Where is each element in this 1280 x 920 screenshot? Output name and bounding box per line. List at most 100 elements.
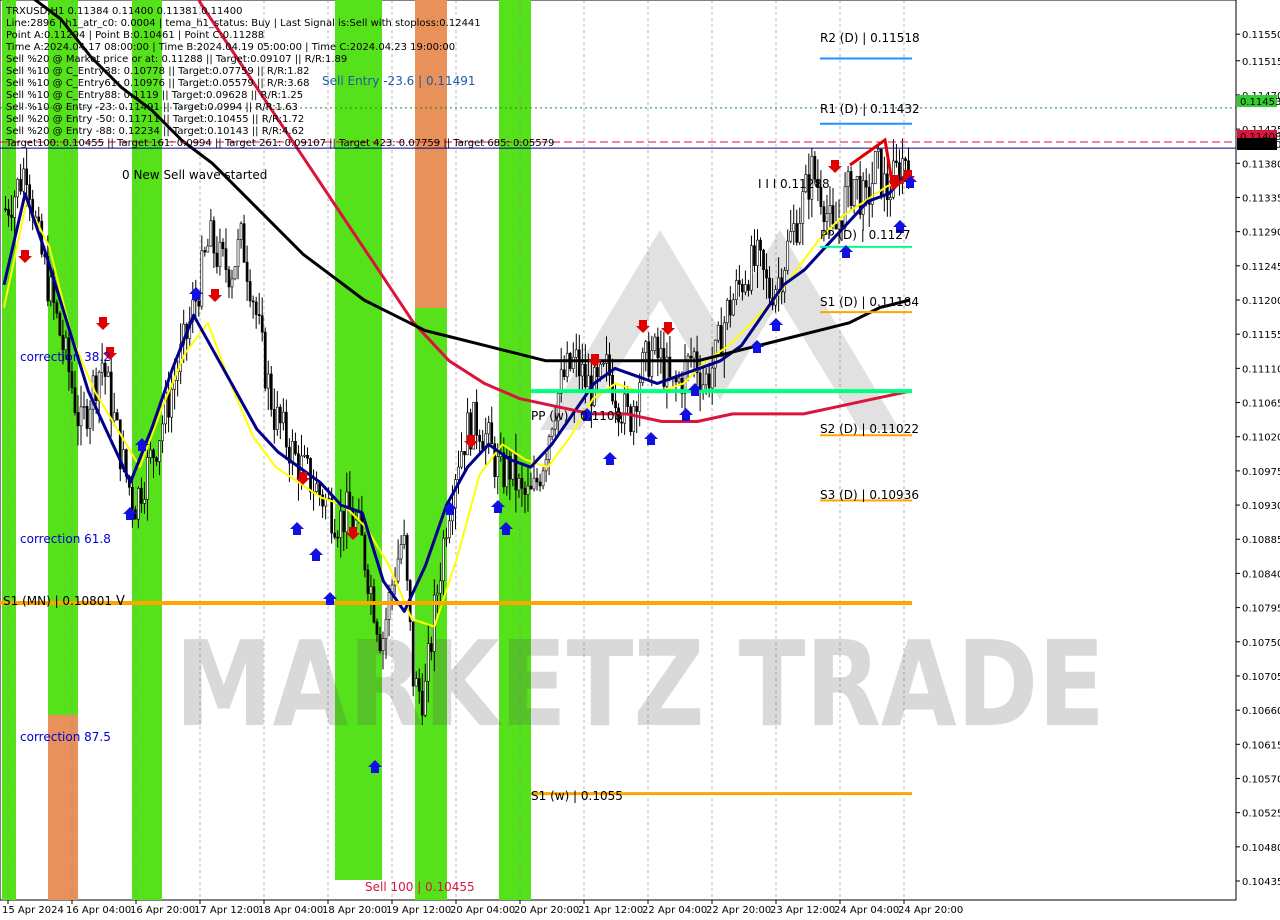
pp-d-label: PP (D) | 0.1127: [820, 228, 911, 242]
candle-body: [384, 619, 388, 639]
candle-body: [728, 299, 732, 316]
time-tick-label: 21 Apr 12:00: [578, 905, 643, 916]
candle-body: [765, 269, 768, 279]
candle-body: [707, 373, 711, 389]
info-line-5: Sell %20 @ Market price or at: 0.11288 |…: [6, 54, 347, 65]
candle-body: [19, 179, 22, 192]
time-tick-label: 22 Apr 20:00: [706, 905, 771, 916]
candle-body: [330, 498, 334, 534]
candle-body: [565, 353, 569, 378]
candle-body: [134, 509, 137, 520]
correction-382-label: correction 38.2: [20, 350, 111, 364]
candle-body: [100, 362, 104, 373]
candle-body: [146, 457, 149, 500]
candle-body: [294, 441, 297, 455]
candle-body: [242, 223, 246, 263]
candle-body: [64, 337, 68, 351]
candle-body: [644, 341, 648, 353]
candle-body: [466, 412, 469, 456]
candle-body: [704, 373, 708, 386]
candle-body: [587, 375, 590, 388]
candle-body: [583, 363, 587, 388]
candle-body: [49, 276, 53, 302]
time-tick-label: 22 Apr 04:00: [642, 905, 707, 916]
candle-body: [629, 406, 633, 432]
candle-body: [88, 408, 92, 429]
price-tick-label: 0.11065: [1242, 399, 1280, 410]
candle-body: [783, 270, 787, 293]
correction-618-label: correction 61.8: [20, 532, 111, 546]
price-tick-label: 0.10930: [1242, 501, 1280, 512]
candle-body: [200, 250, 204, 307]
candle-body: [904, 158, 907, 161]
candle-body: [257, 314, 261, 316]
candle-body: [650, 350, 654, 377]
candle-body: [463, 451, 466, 456]
candle-body: [889, 197, 892, 201]
candle-body: [25, 168, 29, 185]
candle-body: [405, 535, 409, 581]
candle-body: [529, 485, 533, 490]
wave-marker-label: I I I 0.11288: [758, 177, 830, 191]
candle-body: [7, 208, 10, 216]
candle-body: [710, 367, 714, 389]
candle-body: [339, 510, 343, 538]
candle-body: [750, 245, 753, 291]
candle-body: [345, 491, 349, 533]
price-tick-label: 0.11380: [1242, 159, 1280, 170]
r2-d-label: R2 (D) | 0.11518: [820, 31, 920, 45]
candle-body: [831, 205, 835, 225]
candle-body: [260, 315, 264, 333]
candle-body: [602, 362, 605, 365]
candle-body: [315, 483, 318, 492]
candle-body: [285, 411, 288, 448]
candle-body: [16, 179, 19, 198]
candle-body: [683, 361, 687, 394]
candle-body: [158, 440, 161, 462]
candle-body: [768, 277, 771, 299]
info-line-3: Point A:0.11294 | Point B:0.10461 | Poin…: [6, 30, 264, 41]
candle-body: [10, 214, 13, 218]
candle-body: [55, 302, 59, 314]
candle-body: [215, 252, 219, 267]
candle-body: [429, 643, 433, 652]
price-tick-label: 0.10885: [1242, 535, 1280, 546]
candle-body: [13, 196, 16, 218]
candle-body: [611, 375, 614, 402]
candle-body: [502, 452, 506, 488]
candle-body: [291, 441, 294, 464]
candle-body: [520, 477, 524, 489]
candle-body: [266, 373, 270, 389]
candle-body: [786, 240, 790, 271]
candle-body: [22, 168, 25, 192]
candle-body: [722, 322, 726, 357]
info-line-10: Sell %20 @ Entry -50: 0.11711 || Target:…: [6, 114, 304, 125]
candle-body: [203, 250, 207, 253]
candle-body: [333, 532, 337, 538]
time-tick-label: 20 Apr 20:00: [514, 905, 579, 916]
price-tick-label: 0.11200: [1242, 296, 1280, 307]
price-tick-label: 0.11110: [1242, 364, 1280, 375]
candle-body: [206, 245, 210, 253]
candle-body: [907, 160, 910, 171]
candle-body: [864, 180, 868, 188]
candle-body: [155, 457, 158, 462]
price-tick-label: 0.10435: [1242, 877, 1280, 888]
s1-d-label: S1 (D) | 0.11184: [820, 295, 919, 309]
wave-v-marker: V: [116, 594, 125, 609]
candle-body: [106, 371, 110, 377]
price-tick-label: 0.11020: [1242, 433, 1280, 444]
candle-body: [849, 171, 853, 207]
candle-body: [475, 401, 478, 436]
price-tick-label: 0.10480: [1242, 843, 1280, 854]
candle-body: [378, 634, 382, 652]
candle-body: [233, 266, 237, 280]
candle-body: [538, 481, 542, 487]
candle-body: [149, 449, 152, 458]
candle-body: [478, 434, 482, 442]
candle-body: [659, 348, 663, 359]
candle-body: [439, 580, 442, 594]
candle-body: [762, 249, 765, 271]
candle-body: [306, 454, 309, 459]
info-line-2: Line:2896 | h1_atr_c0: 0.0004 | tema_h1_…: [6, 18, 481, 29]
